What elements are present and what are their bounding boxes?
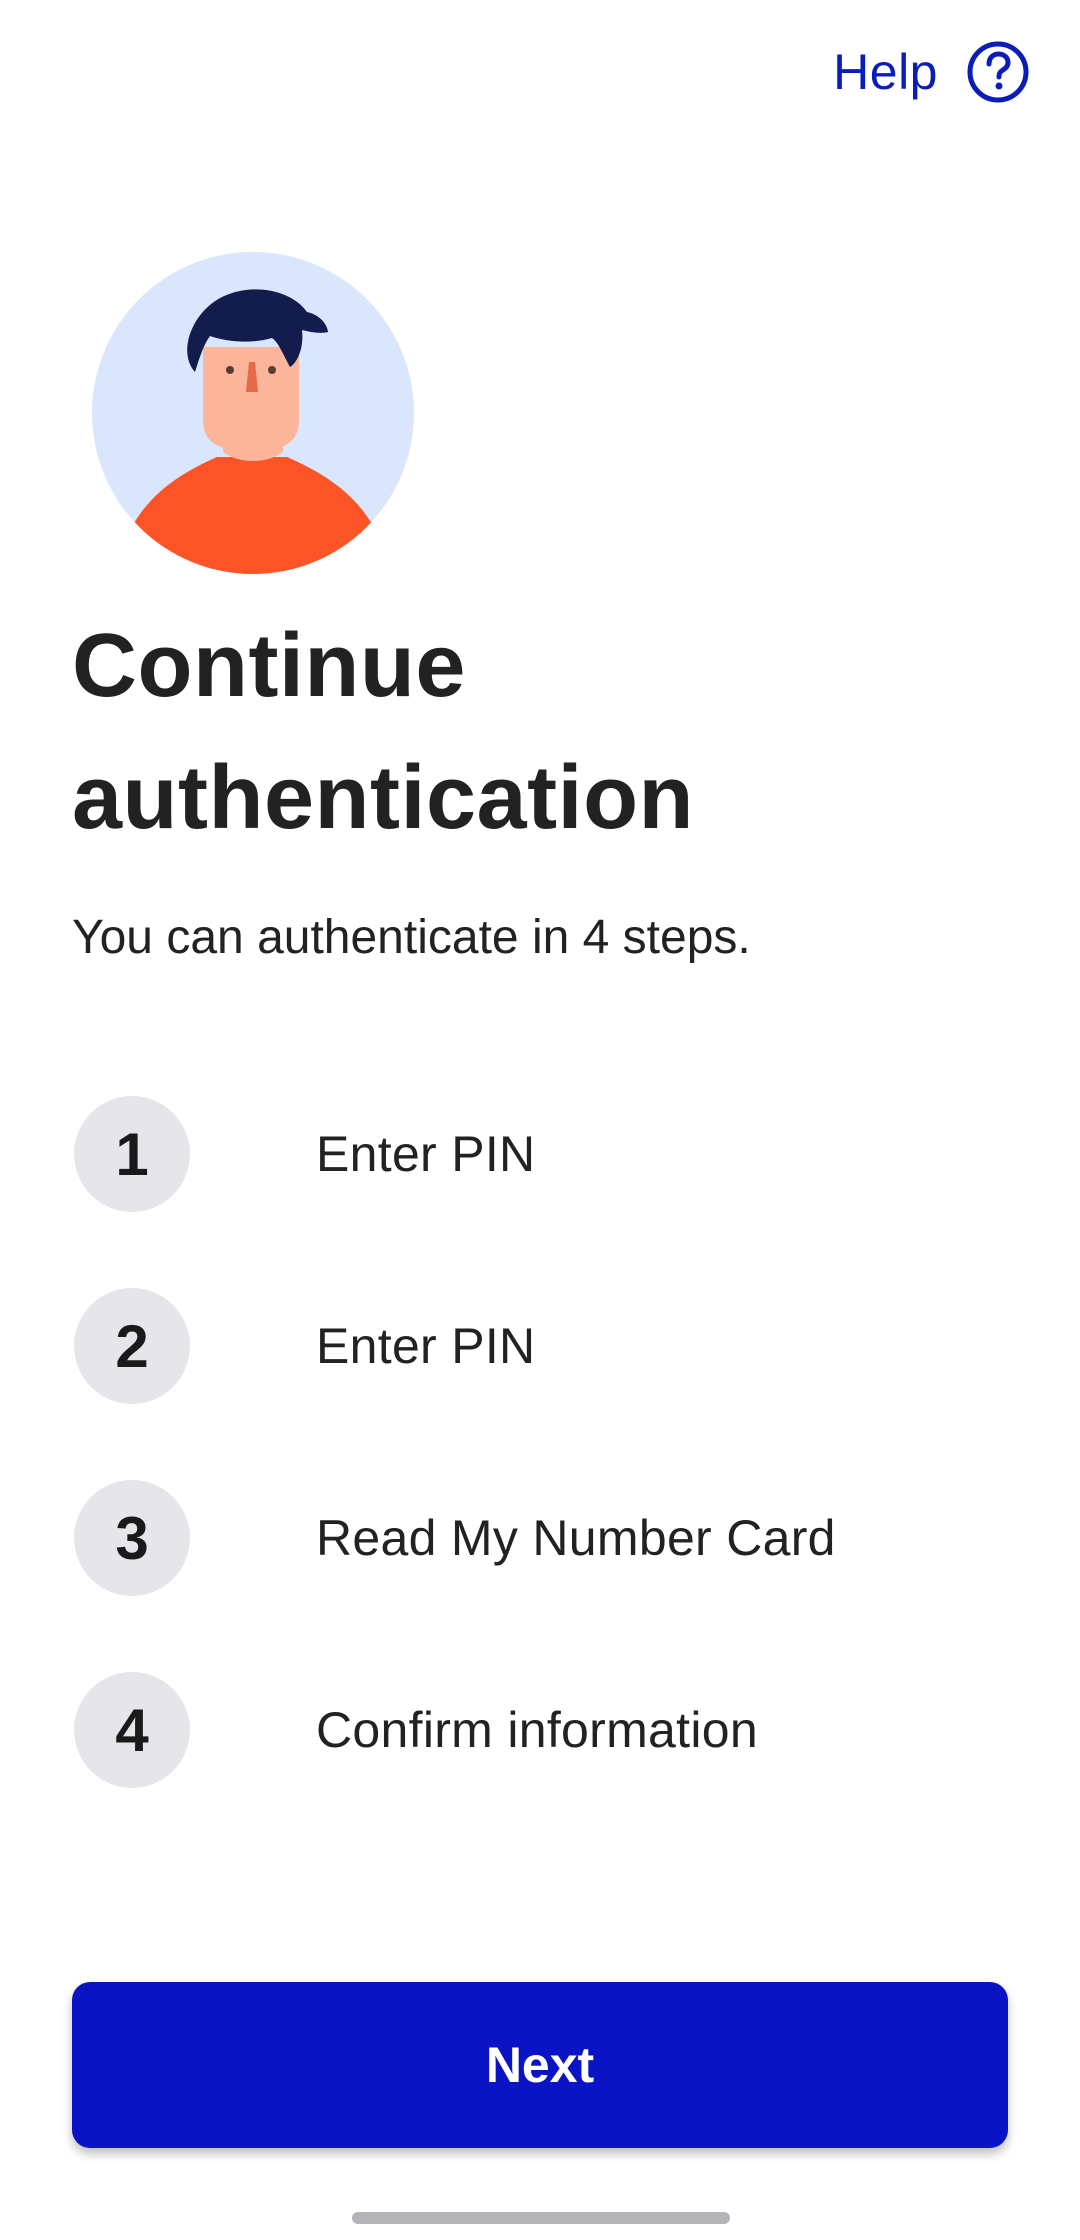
step-label: Enter PIN — [316, 1126, 536, 1182]
steps-list: 1 Enter PIN 2 Enter PIN 3 Read My Number… — [74, 1096, 1014, 1864]
step-label: Confirm information — [316, 1702, 758, 1758]
step-item: 2 Enter PIN — [74, 1288, 1014, 1404]
home-indicator[interactable] — [352, 2212, 730, 2224]
next-button[interactable]: Next — [72, 1982, 1008, 2148]
question-circle-icon — [966, 40, 1030, 104]
page-subtitle: You can authenticate in 4 steps. — [72, 911, 751, 964]
step-number-badge: 1 — [74, 1096, 190, 1212]
step-label: Enter PIN — [316, 1318, 536, 1374]
help-label: Help — [833, 44, 938, 100]
person-avatar-icon — [92, 252, 414, 574]
step-item: 3 Read My Number Card — [74, 1480, 1014, 1596]
step-number-badge: 2 — [74, 1288, 190, 1404]
step-item: 4 Confirm information — [74, 1672, 1014, 1788]
step-label: Read My Number Card — [316, 1510, 836, 1566]
page-title: Continue authentication — [72, 616, 695, 848]
step-item: 1 Enter PIN — [74, 1096, 1014, 1212]
help-link[interactable]: Help — [833, 40, 1030, 104]
step-number-badge: 3 — [74, 1480, 190, 1596]
step-number-badge: 4 — [74, 1672, 190, 1788]
